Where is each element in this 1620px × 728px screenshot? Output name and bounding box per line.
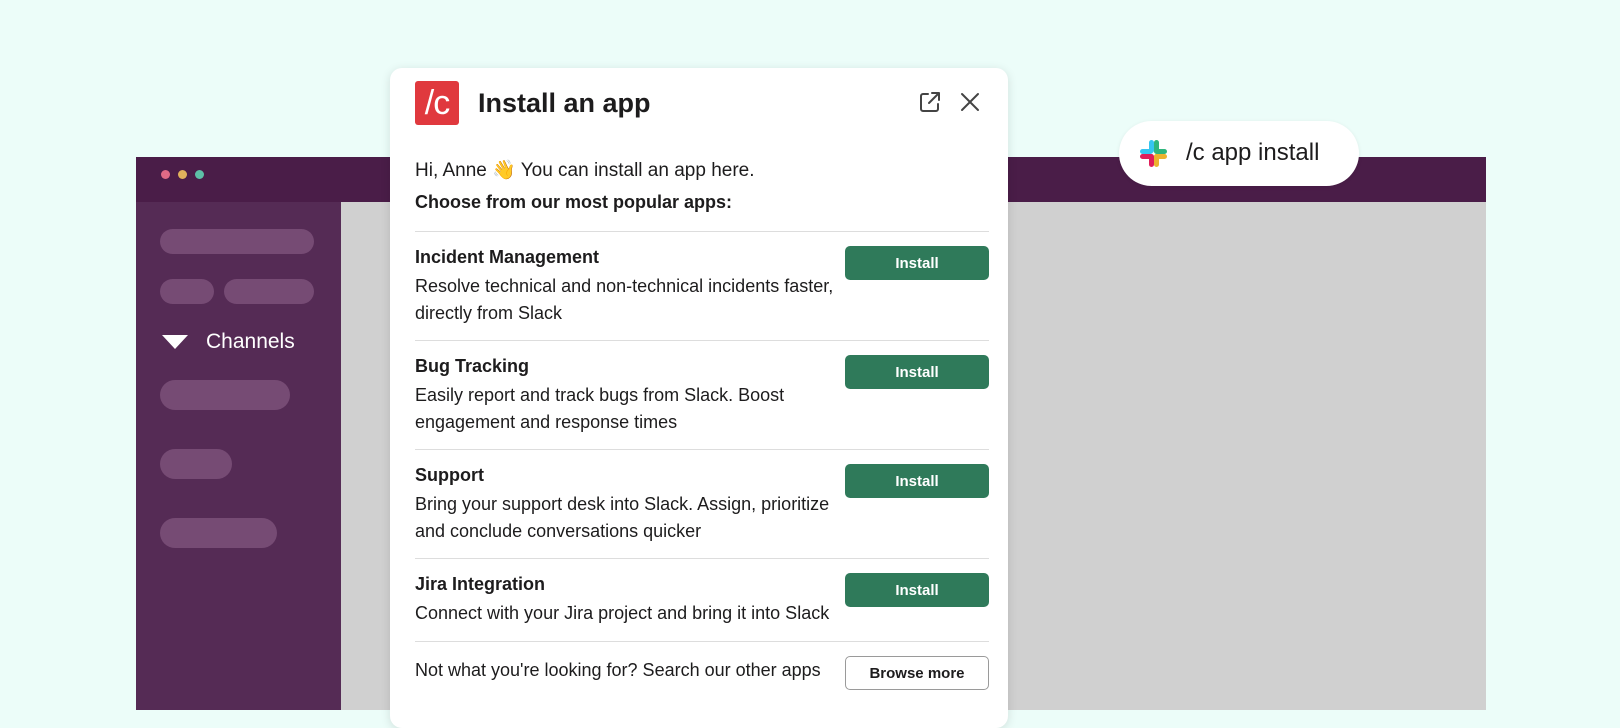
sidebar-placeholder: [160, 279, 214, 304]
footer-text: Not what you're looking for? Search our …: [415, 660, 821, 680]
sidebar-placeholder: [160, 229, 314, 254]
sidebar-placeholder: [160, 518, 277, 548]
install-button-support[interactable]: Install: [845, 464, 989, 498]
app-description: Connect with your Jira project and bring…: [415, 603, 830, 623]
external-link-button[interactable]: [917, 89, 943, 115]
slash-command-text: /c app install: [1186, 139, 1320, 166]
channels-label: Channels: [206, 330, 295, 353]
app-description: Easily report and track bugs from Slack.…: [415, 385, 785, 432]
external-link-icon: [920, 92, 940, 112]
window-minimize-dot[interactable]: [178, 170, 187, 179]
channels-section-toggle[interactable]: Channels: [162, 330, 295, 354]
app-item-bug-tracking: Bug Tracking Easily report and track bug…: [415, 341, 989, 449]
section-subtitle: Choose from our most popular apps:: [415, 192, 733, 212]
app-list: Incident Management Resolve technical an…: [415, 231, 989, 704]
app-description: Resolve technical and non-technical inci…: [415, 276, 834, 323]
sidebar-placeholder: [224, 279, 314, 304]
install-button-jira-integration[interactable]: Install: [845, 573, 989, 607]
app-item-jira-integration: Jira Integration Connect with your Jira …: [415, 559, 989, 641]
sidebar-placeholder: [160, 449, 232, 479]
app-name: Bug Tracking: [415, 356, 530, 376]
modal-title: Install an app: [478, 88, 651, 118]
greeting-text: Hi, Anne 👋 You can install an app here.: [415, 160, 755, 181]
modal-header: /c Install an app: [415, 81, 988, 125]
sidebar-placeholder: [160, 380, 290, 410]
app-item-support: Support Bring your support desk into Sla…: [415, 450, 989, 558]
app-item-incident-management: Incident Management Resolve technical an…: [415, 232, 989, 340]
close-button[interactable]: [957, 89, 983, 115]
install-button-incident-management[interactable]: Install: [845, 246, 989, 280]
app-description: Bring your support desk into Slack. Assi…: [415, 494, 830, 541]
close-icon: [961, 93, 979, 111]
install-app-modal: /c Install an app Hi, Anne 👋 You can ins…: [390, 68, 1008, 728]
window-close-dot[interactable]: [161, 170, 170, 179]
sidebar: Channels: [136, 202, 341, 710]
modal-footer: Not what you're looking for? Search our …: [415, 642, 989, 704]
app-name: Jira Integration: [415, 574, 546, 594]
slash-command-pill: /c app install: [1119, 121, 1359, 186]
window-maximize-dot[interactable]: [195, 170, 204, 179]
slack-logo-icon: [1140, 140, 1167, 167]
app-name: Support: [415, 465, 484, 485]
app-logo: /c: [415, 81, 459, 125]
install-button-bug-tracking[interactable]: Install: [845, 355, 989, 389]
browse-more-button[interactable]: Browse more: [845, 656, 989, 690]
caret-down-icon: [162, 335, 188, 349]
app-name: Incident Management: [415, 247, 600, 267]
